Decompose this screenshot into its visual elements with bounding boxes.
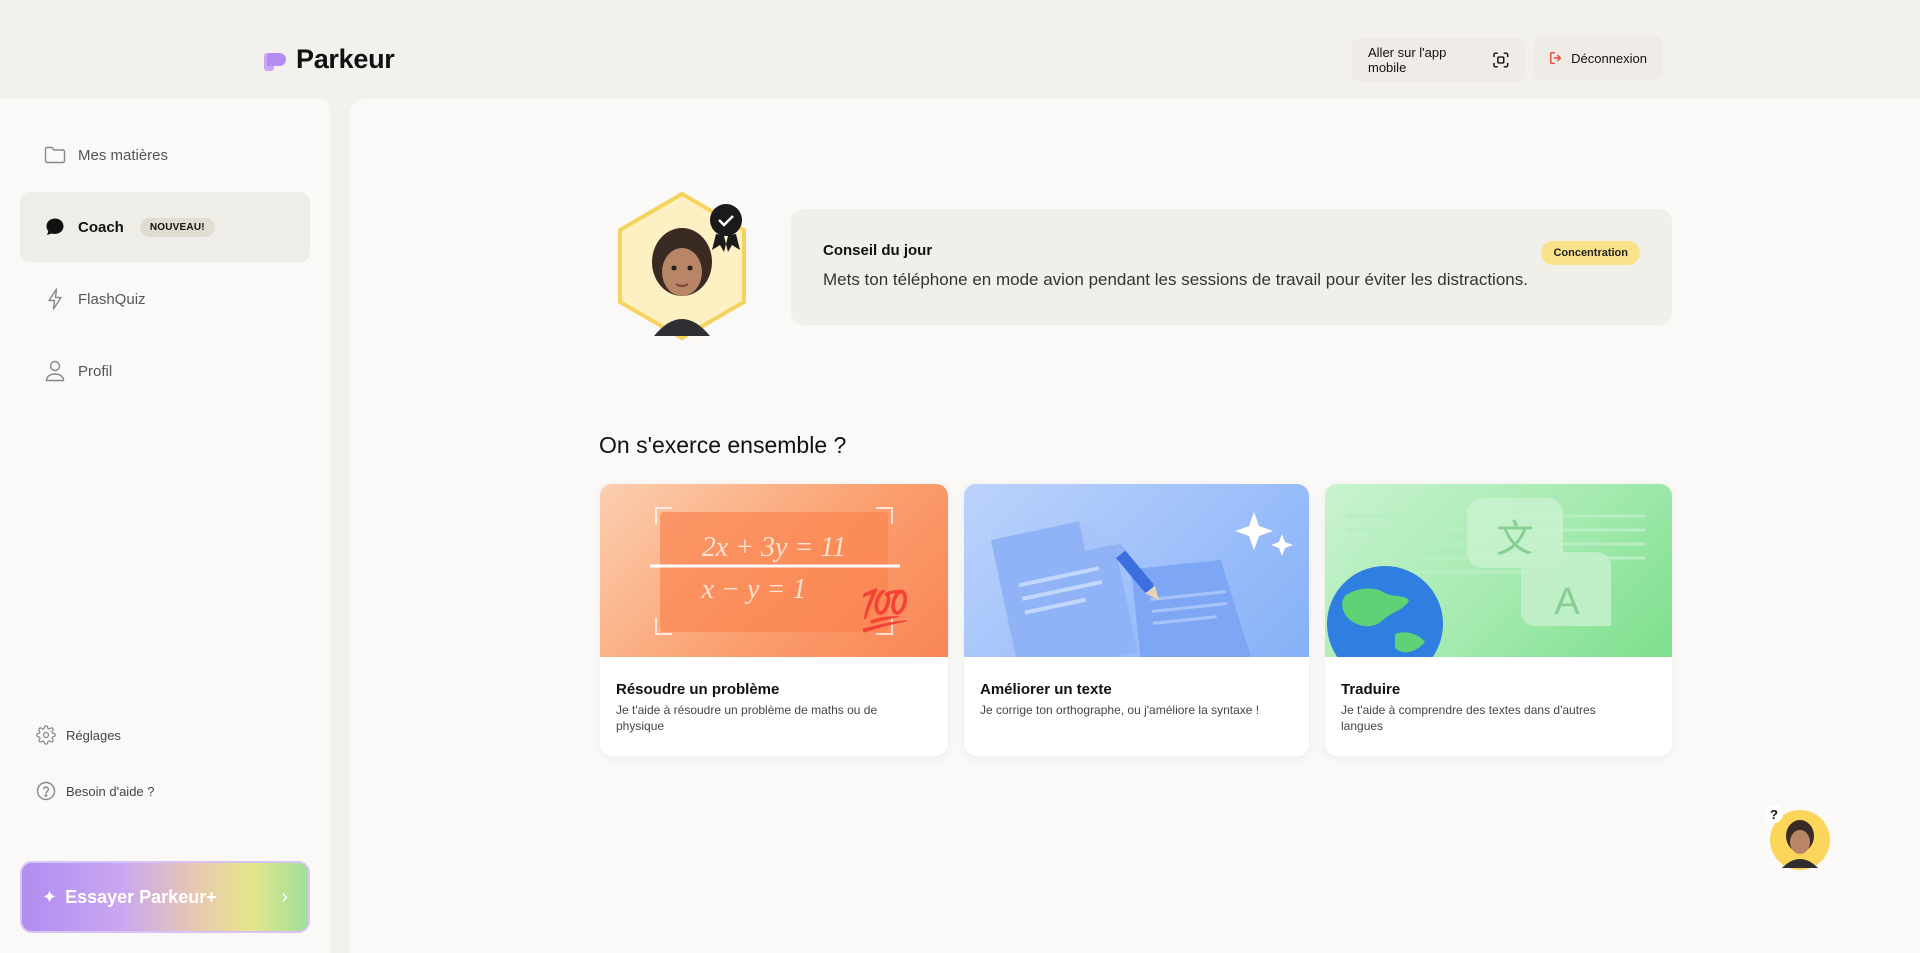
verified-badge-icon — [710, 204, 742, 236]
new-badge: NOUVEAU! — [139, 217, 215, 237]
card-translate[interactable]: 文 A Traduire Je t'aide à comprendre des … — [1325, 484, 1672, 756]
card-title: Améliorer un texte — [980, 681, 1112, 698]
tip-text: Mets ton téléphone en mode avion pendant… — [823, 270, 1528, 289]
document-illustration — [964, 484, 1309, 657]
document-icon — [990, 521, 1138, 657]
sidebar-item-mes-matieres[interactable]: Mes matières — [20, 120, 310, 190]
mobile-app-button[interactable]: Aller sur l'app mobile — [1352, 38, 1525, 82]
card-description: Je t'aide à résoudre un problème de math… — [616, 703, 878, 733]
card-description: Je t'aide à comprendre des textes dans d… — [1341, 703, 1596, 733]
sidebar-item-coach[interactable]: Coach NOUVEAU! — [20, 192, 310, 262]
card-title: Résoudre un problème — [616, 681, 780, 698]
sidebar: Mes matières Coach NOUVEAU! FlashQuiz Pr… — [0, 99, 330, 953]
tip-tag: Concentration — [1541, 241, 1640, 265]
sparkle-icon: ✦ — [42, 886, 58, 907]
folder-icon — [44, 144, 66, 166]
gear-icon — [36, 725, 56, 745]
sidebar-item-label: FlashQuiz — [78, 290, 146, 308]
parkeur-logo-icon — [264, 49, 288, 71]
section-title: On s'exerce ensemble ? — [599, 432, 847, 458]
chat-bubble-icon — [44, 216, 66, 238]
settings-link[interactable]: Réglages — [36, 725, 121, 745]
card-title: Traduire — [1341, 681, 1401, 698]
upgrade-button[interactable]: ✦ Essayer Parkeur+ › — [20, 861, 310, 933]
latin-glyph: A — [1554, 581, 1580, 623]
sidebar-item-flashquiz[interactable]: FlashQuiz — [20, 264, 310, 334]
sidebar-item-profil[interactable]: Profil — [20, 336, 310, 406]
brand-logo[interactable]: Parkeur — [264, 44, 395, 75]
logout-icon — [1550, 52, 1562, 64]
help-assistant-button[interactable]: ? — [1766, 804, 1830, 872]
tip-title: Conseil du jour — [823, 242, 933, 259]
user-icon — [44, 360, 66, 382]
card-solve-problem[interactable]: 2x + 3y = 11 x − y = 1 💯 Résoudre un pro… — [600, 484, 948, 756]
lightning-icon — [44, 288, 66, 310]
question-mark-icon: ? — [1770, 807, 1778, 822]
help-link[interactable]: Besoin d'aide ? — [36, 781, 155, 801]
settings-label: Réglages — [66, 727, 121, 743]
coach-avatar — [618, 191, 746, 341]
qr-scan-icon — [1493, 52, 1509, 68]
mobile-app-label: Aller sur l'app mobile — [1368, 45, 1447, 75]
card-improve-text[interactable]: Améliorer un texte Je corrige ton orthog… — [964, 484, 1309, 756]
chevron-right-icon: › — [281, 885, 288, 908]
math-illustration: 2x + 3y = 11 x − y = 1 💯 — [600, 484, 948, 657]
card-description: Je corrige ton orthographe, ou j'amélior… — [980, 703, 1260, 717]
daily-tip-card: Conseil du jour Mets ton téléphone en mo… — [791, 209, 1672, 325]
upgrade-label: Essayer Parkeur+ — [65, 886, 217, 907]
hundred-emoji: 💯 — [860, 587, 910, 633]
logout-label: Déconnexion — [1571, 50, 1647, 66]
translate-illustration: 文 A — [1325, 484, 1672, 657]
brand-name: Parkeur — [296, 44, 395, 74]
question-circle-icon — [36, 781, 56, 801]
sidebar-item-label: Coach — [78, 218, 124, 236]
equation-2: x − y = 1 — [701, 574, 807, 605]
sparkle-icon — [1235, 512, 1273, 550]
equation-1: 2x + 3y = 11 — [702, 532, 847, 563]
sidebar-item-label: Mes matières — [78, 146, 169, 164]
sidebar-item-label: Profil — [78, 362, 113, 380]
logout-button[interactable]: Déconnexion — [1533, 36, 1663, 80]
help-label: Besoin d'aide ? — [66, 783, 155, 799]
